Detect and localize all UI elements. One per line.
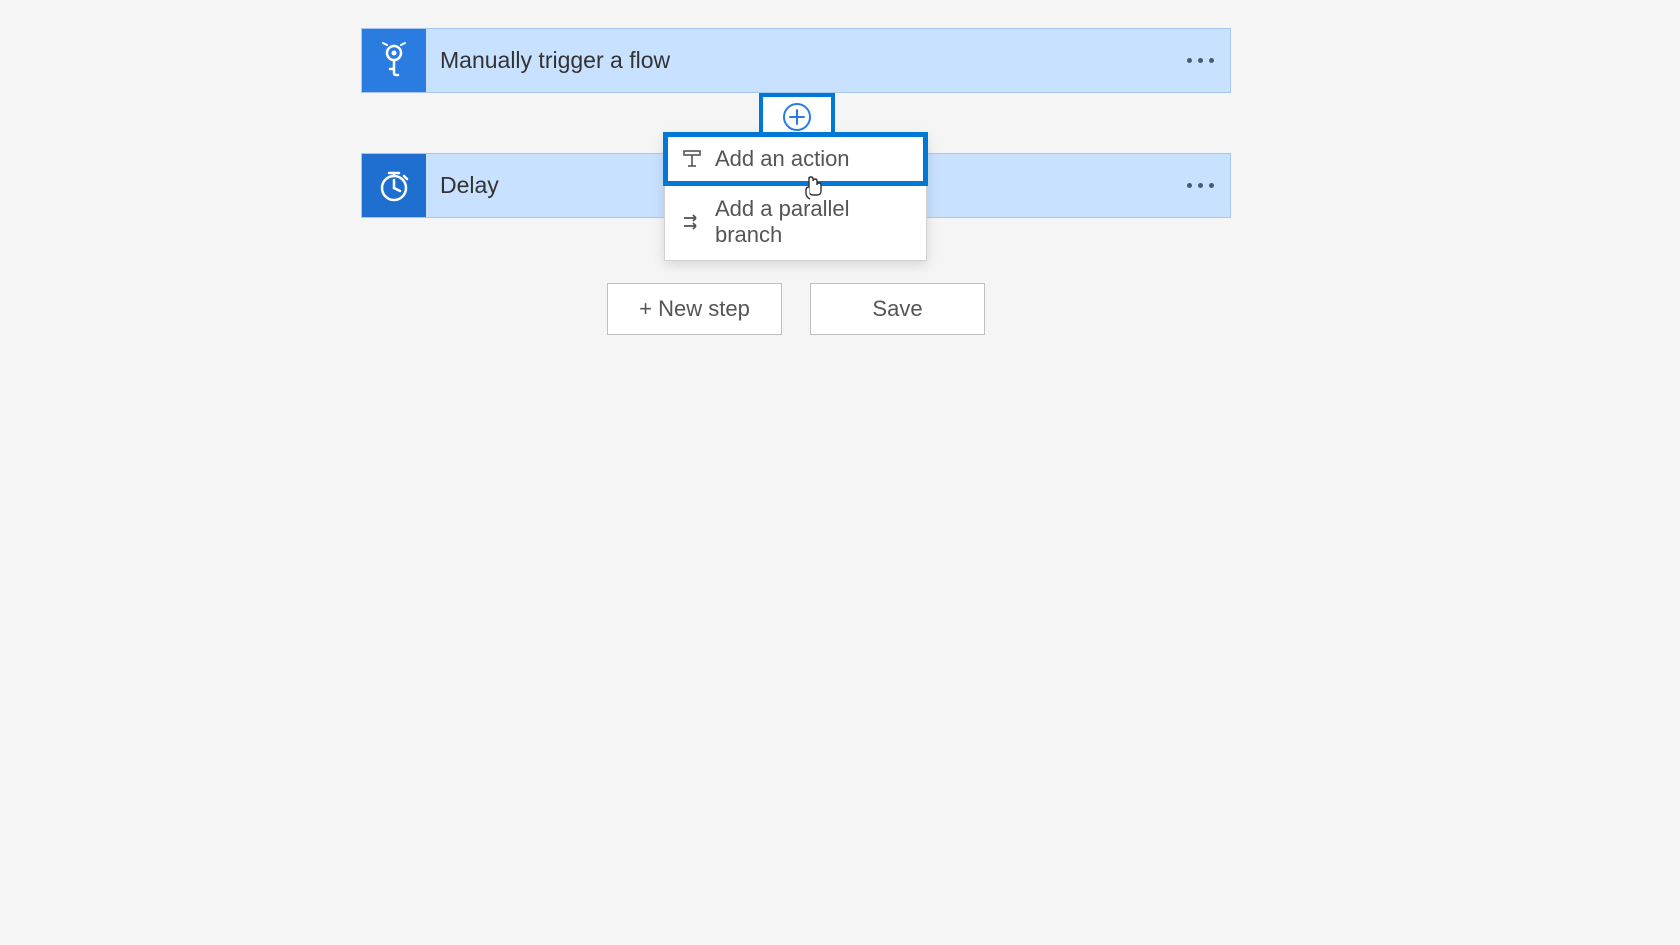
save-button[interactable]: Save [810, 283, 985, 335]
trigger-title: Manually trigger a flow [426, 47, 1170, 74]
trigger-icon [362, 29, 426, 92]
more-icon [1187, 58, 1214, 63]
flow-canvas: Manually trigger a flow Delay [0, 0, 1680, 945]
trigger-more-button[interactable] [1170, 29, 1230, 92]
new-step-button[interactable]: + New step [607, 283, 782, 335]
add-parallel-icon [681, 211, 703, 233]
add-action-icon [681, 148, 703, 170]
plus-icon [783, 103, 811, 131]
more-icon [1187, 183, 1214, 188]
menu-add-parallel-label: Add a parallel branch [715, 196, 910, 248]
new-step-label: + New step [639, 296, 750, 322]
delay-icon [362, 154, 426, 217]
menu-add-action[interactable]: Add an action [665, 134, 926, 184]
insert-menu: Add an action Add a parallel branch [664, 133, 927, 261]
menu-add-action-label: Add an action [715, 146, 850, 172]
menu-add-parallel[interactable]: Add a parallel branch [665, 184, 926, 260]
save-label: Save [872, 296, 922, 322]
delay-more-button[interactable] [1170, 154, 1230, 217]
trigger-card[interactable]: Manually trigger a flow [361, 28, 1231, 93]
